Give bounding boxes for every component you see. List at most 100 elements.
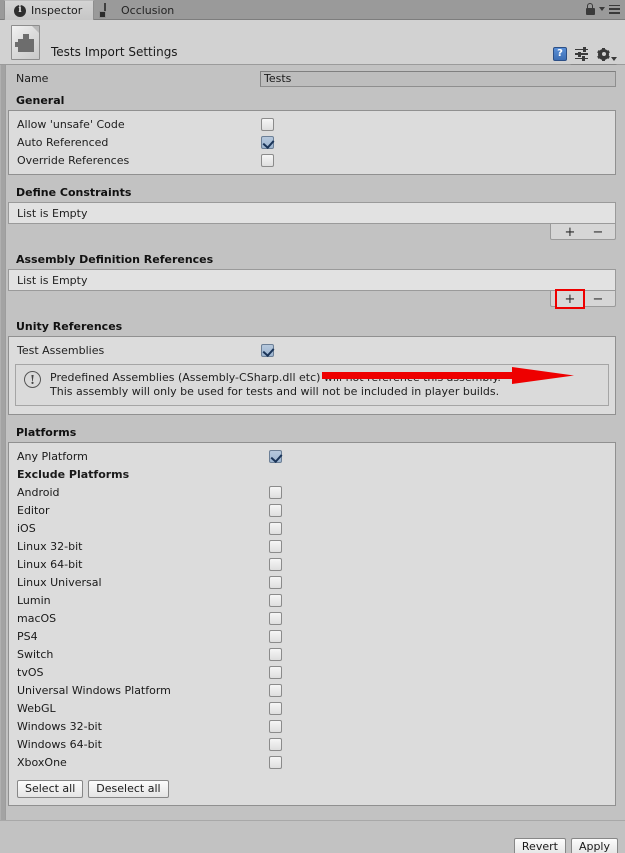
platform-checkbox[interactable] <box>269 522 282 535</box>
platform-checkbox[interactable] <box>269 540 282 553</box>
row-platform-universal-windows-platform[interactable]: Universal Windows Platform <box>9 681 615 699</box>
apply-button[interactable]: Apply <box>571 838 618 853</box>
revert-button[interactable]: Revert <box>514 838 566 853</box>
platform-label: Linux 64-bit <box>17 558 269 571</box>
platform-checkbox[interactable] <box>269 486 282 499</box>
chevron-down-icon[interactable] <box>599 7 605 11</box>
override-references-label: Override References <box>9 154 261 167</box>
platform-label: Linux 32-bit <box>17 540 269 553</box>
platform-checkbox[interactable] <box>269 648 282 661</box>
platform-checkbox[interactable] <box>269 666 282 679</box>
platform-checkbox[interactable] <box>269 630 282 643</box>
platform-label: XboxOne <box>17 756 269 769</box>
define-constraints-list-footer: + − <box>8 224 616 241</box>
platform-label: macOS <box>17 612 269 625</box>
assembly-definition-references-add-button[interactable]: + <box>557 291 583 307</box>
row-platform-linux-32-bit[interactable]: Linux 32-bit <box>9 537 615 555</box>
row-platform-linux-universal[interactable]: Linux Universal <box>9 573 615 591</box>
allow-unsafe-code-checkbox[interactable] <box>261 118 274 131</box>
name-input[interactable]: Tests <box>260 71 616 87</box>
row-platform-xboxone[interactable]: XboxOne <box>9 753 615 771</box>
platform-checkbox[interactable] <box>269 702 282 715</box>
row-auto-referenced[interactable]: Auto Referenced <box>9 133 615 151</box>
platforms-group: Any Platform Exclude Platforms Android Ed… <box>8 442 616 806</box>
scrollbar-thumb[interactable] <box>1 65 5 820</box>
section-title-assembly-definition-references: Assembly Definition References <box>8 253 620 266</box>
any-platform-checkbox[interactable] <box>269 450 282 463</box>
chevron-down-icon[interactable] <box>611 57 617 61</box>
info-circle-icon: i <box>14 5 26 17</box>
define-constraints-remove-button[interactable]: − <box>585 224 611 240</box>
general-group: Allow 'unsafe' Code Auto Referenced Over… <box>8 110 616 175</box>
lock-icon[interactable] <box>585 3 595 15</box>
row-platform-linux-64-bit[interactable]: Linux 64-bit <box>9 555 615 573</box>
gear-icon[interactable] <box>597 48 610 61</box>
exclamation-circle-icon: ! <box>24 371 41 388</box>
section-title-define-constraints: Define Constraints <box>8 186 620 199</box>
settings-content: Name Tests General Allow 'unsafe' Code A… <box>8 65 620 806</box>
select-all-button[interactable]: Select all <box>17 780 83 798</box>
row-platform-webgl[interactable]: WebGL <box>9 699 615 717</box>
row-platform-ios[interactable]: iOS <box>9 519 615 537</box>
row-platform-ps4[interactable]: PS4 <box>9 627 615 645</box>
override-references-checkbox[interactable] <box>261 154 274 167</box>
platform-label: WebGL <box>17 702 269 715</box>
platform-checkbox[interactable] <box>269 504 282 517</box>
gear-menu[interactable] <box>597 48 617 61</box>
platform-checkbox[interactable] <box>269 738 282 751</box>
name-label: Name <box>8 72 260 85</box>
row-test-assemblies[interactable]: Test Assemblies <box>9 341 615 359</box>
hamburger-menu-icon[interactable] <box>609 5 620 14</box>
row-override-references[interactable]: Override References <box>9 151 615 169</box>
platform-label: Lumin <box>17 594 269 607</box>
auto-referenced-label: Auto Referenced <box>9 136 261 149</box>
info-message-line-2: This assembly will only be used for test… <box>50 385 501 399</box>
exclude-platforms-title: Exclude Platforms <box>9 468 615 481</box>
platform-checkbox[interactable] <box>269 756 282 769</box>
test-assemblies-checkbox[interactable] <box>261 344 274 357</box>
platform-label: Windows 64-bit <box>17 738 269 751</box>
tab-inspector[interactable]: i Inspector <box>4 0 94 20</box>
preset-icon[interactable] <box>575 48 589 61</box>
allow-unsafe-code-label: Allow 'unsafe' Code <box>9 118 261 131</box>
row-platform-macos[interactable]: macOS <box>9 609 615 627</box>
row-any-platform[interactable]: Any Platform <box>9 447 615 465</box>
assembly-definition-references-remove-button[interactable]: − <box>585 291 611 307</box>
auto-referenced-checkbox[interactable] <box>261 136 274 149</box>
platform-label: Windows 32-bit <box>17 720 269 733</box>
row-platform-editor[interactable]: Editor <box>9 501 615 519</box>
platform-checkbox[interactable] <box>269 558 282 571</box>
section-title-general: General <box>8 94 620 107</box>
define-constraints-add-button[interactable]: + <box>557 224 583 240</box>
tab-occlusion[interactable]: Occlusion <box>95 0 185 20</box>
platform-label: Linux Universal <box>17 576 269 589</box>
platform-checkbox[interactable] <box>269 684 282 697</box>
row-platform-windows-32-bit[interactable]: Windows 32-bit <box>9 717 615 735</box>
platform-checkbox[interactable] <box>269 612 282 625</box>
platform-label: Android <box>17 486 269 499</box>
row-platform-tvos[interactable]: tvOS <box>9 663 615 681</box>
assembly-definition-references-list[interactable]: List is Empty <box>8 269 616 291</box>
platform-checkbox[interactable] <box>269 576 282 589</box>
row-platform-windows-64-bit[interactable]: Windows 64-bit <box>9 735 615 753</box>
name-row: Name Tests <box>8 70 620 87</box>
row-platform-lumin[interactable]: Lumin <box>9 591 615 609</box>
deselect-all-button[interactable]: Deselect all <box>88 780 168 798</box>
header-icon-group: ? <box>553 47 617 61</box>
unity-references-group: Test Assemblies ! Predefined Assemblies … <box>8 336 616 415</box>
row-allow-unsafe-code[interactable]: Allow 'unsafe' Code <box>9 115 615 133</box>
platform-checkbox[interactable] <box>269 594 282 607</box>
help-icon[interactable]: ? <box>553 47 567 61</box>
info-message-text: Predefined Assemblies (Assembly-CSharp.d… <box>50 371 501 399</box>
tab-bar: i Inspector Occlusion <box>0 0 625 20</box>
platform-checkbox[interactable] <box>269 720 282 733</box>
inspector-footer: Revert Apply <box>0 820 625 853</box>
row-platform-android[interactable]: Android <box>9 483 615 501</box>
section-title-unity-references: Unity References <box>8 320 620 333</box>
row-platform-switch[interactable]: Switch <box>9 645 615 663</box>
define-constraints-list[interactable]: List is Empty <box>8 202 616 224</box>
page-title: Tests Import Settings <box>51 45 178 59</box>
platform-label: Editor <box>17 504 269 517</box>
vertical-scrollbar[interactable] <box>0 65 6 820</box>
unity-inspector-window: i Inspector Occlusion Tests Import Setti… <box>0 0 625 853</box>
